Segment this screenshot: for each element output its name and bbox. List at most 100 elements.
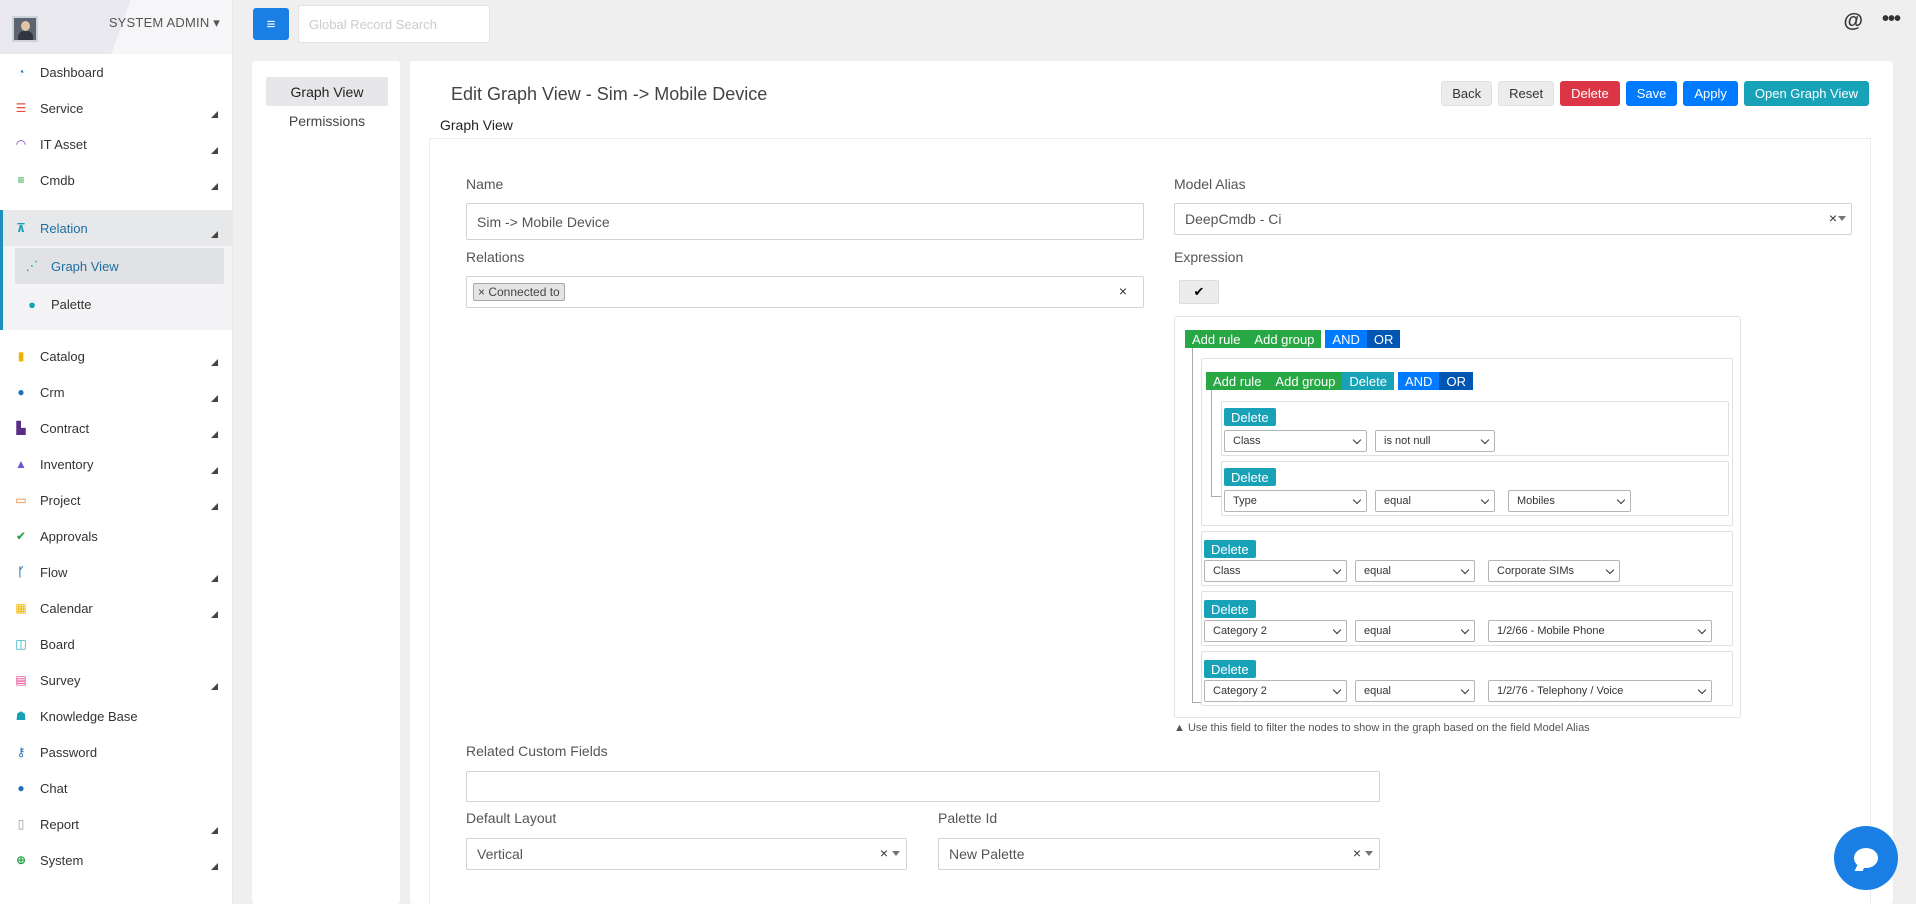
add-rule-button[interactable]: Add rule: [1206, 372, 1269, 390]
relations-select[interactable]: × Connected to ×: [466, 276, 1144, 308]
sidebar-item-contract[interactable]: ▙ Contract: [0, 410, 232, 446]
delete-button[interactable]: Delete: [1560, 81, 1620, 106]
chat-launcher-button[interactable]: [1834, 826, 1898, 890]
rule-field-select[interactable]: Category 2: [1204, 620, 1347, 642]
add-rule-button[interactable]: Add rule: [1185, 330, 1248, 348]
back-button[interactable]: Back: [1441, 81, 1493, 106]
sidebar-item-project[interactable]: ▭ Project: [0, 482, 232, 518]
expand-icon[interactable]: [211, 467, 218, 474]
expand-icon[interactable]: [211, 575, 218, 582]
rule-operator-select[interactable]: equal: [1355, 680, 1475, 702]
mention-icon[interactable]: @: [1843, 10, 1863, 33]
expand-icon[interactable]: [211, 431, 218, 438]
sidebar-item-relation[interactable]: ⊼ Relation: [3, 210, 232, 246]
add-group-button[interactable]: Add group: [1268, 372, 1343, 390]
apply-button[interactable]: Apply: [1683, 81, 1738, 106]
rule-field-select[interactable]: Type: [1224, 490, 1367, 512]
or-toggle[interactable]: OR: [1439, 372, 1473, 390]
rule-value-select[interactable]: Corporate SIMs: [1488, 560, 1620, 582]
sidebar-item-label: Board: [40, 636, 75, 652]
expression-help-text: ▲ Use this field to filter the nodes to …: [1174, 722, 1590, 734]
sidebar-item-inventory[interactable]: ▲ Inventory: [0, 446, 232, 482]
sidebar-item-cmdb[interactable]: ≡ Cmdb: [0, 162, 232, 198]
clear-icon[interactable]: ×: [1119, 283, 1127, 299]
sidebar-item-system[interactable]: ⊕ System: [0, 842, 232, 878]
reset-button[interactable]: Reset: [1498, 81, 1555, 106]
user-name: SYSTEM ADMIN: [108, 15, 210, 30]
clear-icon[interactable]: ×: [1353, 845, 1361, 861]
sidebar-item-crm[interactable]: ● Crm: [0, 374, 232, 410]
sidebar-item-report[interactable]: ▯ Report: [0, 806, 232, 842]
avatar[interactable]: [12, 16, 38, 42]
clear-icon[interactable]: ×: [880, 845, 888, 861]
expand-icon[interactable]: [211, 359, 218, 366]
relation-tag[interactable]: × Connected to: [473, 283, 565, 301]
expand-icon[interactable]: [211, 111, 218, 118]
expand-icon[interactable]: [211, 503, 218, 510]
more-options-icon[interactable]: •••: [1882, 8, 1901, 31]
expand-icon[interactable]: [211, 863, 218, 870]
rule-value-select[interactable]: Mobiles: [1508, 490, 1631, 512]
expand-icon[interactable]: [211, 147, 218, 154]
sidebar-item-knowledge-base[interactable]: ☗ Knowledge Base: [0, 698, 232, 734]
rule-field-select[interactable]: Class: [1204, 560, 1347, 582]
save-button[interactable]: Save: [1625, 81, 1678, 106]
sidebar-item-label: Graph View: [51, 258, 119, 274]
palette-id-select[interactable]: New Palette ×: [938, 838, 1380, 870]
menu-toggle-button[interactable]: ≡: [253, 8, 289, 40]
rule-value-select[interactable]: 1/2/76 - Telephony / Voice: [1488, 680, 1712, 702]
rule-operator-select[interactable]: is not null: [1375, 430, 1495, 452]
sidebar-item-palette[interactable]: ● Palette: [15, 286, 224, 322]
sidebar-item-board[interactable]: ◫ Board: [0, 626, 232, 662]
validate-button[interactable]: ✔: [1179, 280, 1219, 304]
or-toggle[interactable]: OR: [1366, 330, 1401, 348]
form-card: Name Sim -> Mobile Device Model Alias De…: [429, 138, 1871, 904]
rule-operator-select[interactable]: equal: [1355, 560, 1475, 582]
rule-field-select[interactable]: Category 2: [1204, 680, 1347, 702]
sidebar-item-service[interactable]: ☰ Service: [0, 90, 232, 126]
expand-icon[interactable]: [211, 827, 218, 834]
default-layout-select[interactable]: Vertical ×: [466, 838, 907, 870]
related-custom-fields-input[interactable]: [466, 771, 1380, 802]
sidebar-item-catalog[interactable]: ▮ Catalog: [0, 338, 232, 374]
open-graph-view-button[interactable]: Open Graph View: [1743, 81, 1869, 106]
expand-icon[interactable]: [211, 183, 218, 190]
rule-field-select[interactable]: Class: [1224, 430, 1367, 452]
expand-icon[interactable]: [211, 231, 218, 238]
sidebar-item-chat[interactable]: ● Chat: [0, 770, 232, 806]
user-menu[interactable]: SYSTEM ADMIN ▾: [109, 15, 220, 31]
expand-icon[interactable]: [211, 683, 218, 690]
sidebar-item-it-asset[interactable]: ◠ IT Asset: [0, 126, 232, 162]
rule-operator-select[interactable]: equal: [1375, 490, 1495, 512]
model-alias-select[interactable]: DeepCmdb - Ci ×: [1174, 203, 1852, 235]
delete-rule-button[interactable]: Delete: [1204, 660, 1256, 678]
sidebar-item-survey[interactable]: ▤ Survey: [0, 662, 232, 698]
delete-group-button[interactable]: Delete: [1342, 372, 1394, 390]
delete-rule-button[interactable]: Delete: [1204, 540, 1256, 558]
expand-icon[interactable]: [211, 395, 218, 402]
clear-icon[interactable]: ×: [1829, 210, 1837, 226]
rule-operator-select[interactable]: equal: [1355, 620, 1475, 642]
delete-rule-button[interactable]: Delete: [1224, 408, 1276, 426]
sidebar-item-label: Contract: [40, 420, 90, 436]
sidebar-item-password[interactable]: ⚷ Password: [0, 734, 232, 770]
sidebar-item-graph-view[interactable]: ⋰ Graph View: [15, 248, 224, 284]
tab-graph-view[interactable]: Graph View: [266, 77, 388, 106]
and-toggle[interactable]: AND: [1325, 330, 1367, 348]
and-toggle[interactable]: AND: [1398, 372, 1440, 390]
global-search-input[interactable]: [298, 5, 490, 43]
tab-permissions[interactable]: Permissions: [266, 108, 388, 134]
delete-rule-button[interactable]: Delete: [1224, 468, 1276, 486]
name-field[interactable]: Sim -> Mobile Device: [466, 203, 1144, 240]
rule-value-select[interactable]: 1/2/66 - Mobile Phone: [1488, 620, 1712, 642]
sidebar-item-calendar[interactable]: ▦ Calendar: [0, 590, 232, 626]
sidebar-item-dashboard[interactable]: ◔ Dashboard: [0, 54, 232, 90]
sidebar-item-approvals[interactable]: ✔ Approvals: [0, 518, 232, 554]
sidebar-item-flow[interactable]: ᚴ Flow: [0, 554, 232, 590]
tree-line: [1211, 390, 1212, 496]
rule-row: Delete Class equal Corporate SIMs: [1201, 531, 1733, 586]
delete-rule-button[interactable]: Delete: [1204, 600, 1256, 618]
expand-icon[interactable]: [211, 611, 218, 618]
sidebar-item-label: Inventory: [40, 456, 94, 472]
add-group-button[interactable]: Add group: [1247, 330, 1322, 348]
